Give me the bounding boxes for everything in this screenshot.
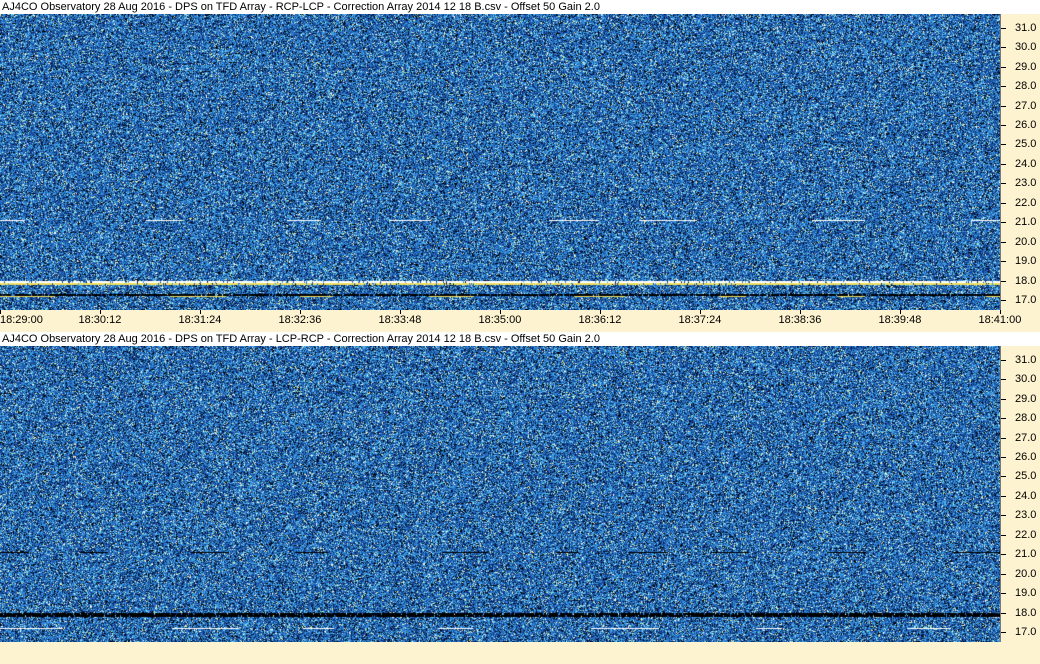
panel1-freq-label: 26.0 xyxy=(1015,119,1037,131)
panel2-freq-tick xyxy=(1001,437,1006,439)
panel2-freq-tick xyxy=(1001,418,1006,420)
panel1-time-label: 18:29:00 xyxy=(0,314,43,326)
panel2-freq-label: 26.0 xyxy=(1015,451,1037,463)
panel1-freq-label: 31.0 xyxy=(1015,21,1037,34)
panel1-title: AJ4CO Observatory 28 Aug 2016 - DPS on T… xyxy=(0,0,1040,14)
panel1-freq-tick xyxy=(1001,300,1006,302)
panel2-freq-label: 31.0 xyxy=(1015,353,1037,366)
panel2-title: AJ4CO Observatory 28 Aug 2016 - DPS on T… xyxy=(0,332,1040,346)
panel1-freq-tick xyxy=(1001,144,1006,146)
panel1-time-label: 18:41:00 xyxy=(978,314,1022,326)
panel1-freq-label: 27.0 xyxy=(1015,99,1037,112)
panel1-freq-tick xyxy=(1001,163,1006,165)
panel1-time-label: 18:35:00 xyxy=(478,314,522,326)
panel2-freq-label: 23.0 xyxy=(1015,509,1037,522)
panel1-freq-tick xyxy=(1001,280,1006,282)
panel1-freq-label: 21.0 xyxy=(1015,216,1037,229)
panel1-freq-label: 20.0 xyxy=(1015,235,1037,248)
panel1-time-label: 18:32:36 xyxy=(278,314,322,326)
panel2-bottom-strip xyxy=(0,642,1040,664)
panel2-freq-label: 27.0 xyxy=(1015,431,1037,444)
panel1-freq-tick xyxy=(1001,47,1006,49)
panel1-freq-tick xyxy=(1001,27,1006,29)
panel1-freq-label: 28.0 xyxy=(1015,80,1037,93)
panel1-freq-label: 25.0 xyxy=(1015,138,1037,151)
panel2-freq-label: 18.0 xyxy=(1015,606,1037,619)
panel2-freq-tick xyxy=(1001,632,1006,634)
panel1-spectrogram xyxy=(0,14,1000,310)
panel1-time-label: 18:38:36 xyxy=(778,314,822,326)
panel2-freq-tick xyxy=(1001,457,1006,458)
panel1-freq-label: 24.0 xyxy=(1015,157,1037,170)
panel1-freq-tick xyxy=(1001,125,1006,126)
panel1-freq-tick xyxy=(1001,261,1006,263)
panel1-freq-tick xyxy=(1001,86,1006,88)
panel2-freq-tick xyxy=(1001,534,1006,536)
panel1-freq-tick xyxy=(1001,105,1006,107)
panel1-freq-label: 23.0 xyxy=(1015,177,1037,190)
panel2-spectrogram xyxy=(0,346,1000,642)
panel2-freq-tick xyxy=(1001,554,1006,556)
panel1-freq-tick xyxy=(1001,183,1006,185)
panel2-freq-tick xyxy=(1001,398,1006,400)
panel1-time-label: 18:33:48 xyxy=(378,314,422,326)
panel1-time-label: 18:39:48 xyxy=(878,314,922,326)
panel2-freq-label: 30.0 xyxy=(1015,373,1037,386)
panel2-freq-tick xyxy=(1001,573,1006,575)
panel2-freq-tick xyxy=(1001,379,1006,381)
panel1-freq-label: 22.0 xyxy=(1015,196,1037,209)
panel2-freq-label: 19.0 xyxy=(1015,587,1037,600)
panel1-freq-label: 30.0 xyxy=(1015,41,1037,54)
panel1-time-label: 18:36:12 xyxy=(578,314,622,326)
panel1-time-axis: 18:29:00 18:30:12 18:31:24 18:32:36 18:33:48… xyxy=(0,310,1040,332)
panel2-freq-label: 21.0 xyxy=(1015,548,1037,561)
panel2-freq-label: 22.0 xyxy=(1015,528,1037,541)
panel2-freq-label: 17.0 xyxy=(1015,626,1037,639)
panel2-freq-tick xyxy=(1001,593,1006,595)
panel2-frequency-axis: 31.0 30.0 29.0 28.0 27.0 26.0 25.0 24.0 23.0 22.0… xyxy=(1000,346,1040,642)
panel1-freq-label: 18.0 xyxy=(1015,274,1037,287)
panel2-freq-label: 25.0 xyxy=(1015,470,1037,483)
panel2-freq-label: 29.0 xyxy=(1015,392,1037,405)
panel1-time-label: 18:30:12 xyxy=(78,314,122,326)
panel1-freq-label: 29.0 xyxy=(1015,60,1037,73)
panel2-freq-tick xyxy=(1001,359,1006,361)
panel1-time-label: 18:31:24 xyxy=(178,314,222,326)
panel2-freq-tick xyxy=(1001,515,1006,517)
panel2-freq-tick xyxy=(1001,495,1006,497)
panel2-freq-label: 28.0 xyxy=(1015,412,1037,425)
panel1-freq-tick xyxy=(1001,66,1006,68)
panel2-freq-tick xyxy=(1001,612,1006,614)
panel1-freq-label: 17.0 xyxy=(1015,294,1037,307)
panel1-freq-label: 19.0 xyxy=(1015,255,1037,268)
panel1-time-label: 18:37:24 xyxy=(678,314,722,326)
panel2-freq-tick xyxy=(1001,476,1006,478)
panel1-freq-tick xyxy=(1001,202,1006,204)
panel1-freq-tick xyxy=(1001,222,1006,224)
panel2-freq-label: 24.0 xyxy=(1015,489,1037,502)
panel2-freq-label: 20.0 xyxy=(1015,567,1037,580)
panel1-freq-tick xyxy=(1001,241,1006,243)
panel1-frequency-axis: 31.0 30.0 29.0 28.0 27.0 26.0 25.0 24.0 23.0 22.0… xyxy=(1000,14,1040,310)
